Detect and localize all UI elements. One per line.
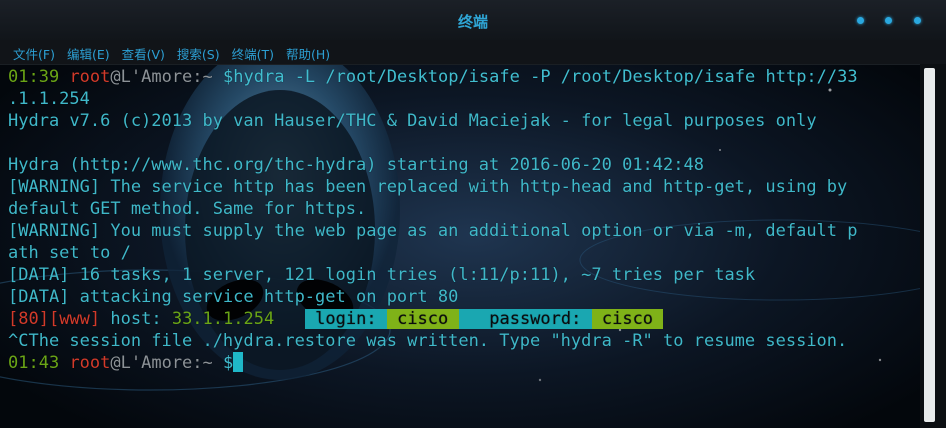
prompt-host: L'Amore — [120, 353, 193, 373]
prompt-time: 01:43 — [8, 353, 60, 373]
menu-help[interactable]: 帮助(H) — [286, 44, 330, 63]
output-line: [DATA] attacking service http-get on por… — [8, 287, 459, 307]
command-text: hydra -L /root/Desktop/isafe -P /root/De… — [233, 67, 858, 87]
prompt-dir: :~ — [192, 67, 213, 87]
login-value: cisco — [397, 309, 449, 329]
result-service: [www] — [48, 309, 101, 329]
prompt-dir: :~ — [192, 353, 213, 373]
prompt-symbol: $ — [223, 353, 234, 373]
prompt-user: root — [69, 67, 111, 87]
prompt-symbol: $ — [223, 67, 234, 87]
close-button[interactable] — [914, 17, 921, 24]
menu-bar: 文件(F) 编辑(E) 查看(V) 搜索(S) 终端(T) 帮助(H) — [0, 40, 946, 65]
output-line: default GET method. Same for https. — [8, 199, 367, 219]
prompt-at: @ — [110, 67, 121, 87]
output-line: [WARNING] You must supply the web page a… — [8, 221, 858, 241]
maximize-button[interactable] — [885, 17, 892, 24]
prompt-line: 01:39 root@L'Amore:~ $hydra -L /root/Des… — [8, 66, 858, 88]
title-bar[interactable]: 终端 — [0, 0, 946, 40]
menu-terminal[interactable]: 终端(T) — [232, 44, 274, 63]
menu-file[interactable]: 文件(F) — [13, 44, 55, 63]
window-title: 终端 — [457, 13, 488, 31]
terminal-window: 终端 文件(F) 编辑(E) 查看(V) 搜索(S) 终端(T) 帮助(H) 01:39 … — [0, 0, 946, 428]
output-line: [DATA] 16 tasks, 1 server, 121 login tri… — [8, 265, 756, 285]
result-port: [80] — [8, 309, 49, 329]
result-line: [80][www] host: 33.1.1.254 login: cisco … — [8, 308, 664, 330]
scrollbar-thumb[interactable] — [924, 68, 935, 422]
prompt-host: L'Amore — [120, 67, 193, 87]
menu-view[interactable]: 查看(V) — [122, 44, 165, 63]
text-cursor — [233, 352, 244, 372]
login-label: login: — [315, 309, 377, 329]
password-label: password: — [489, 309, 582, 329]
prompt-time: 01:39 — [8, 67, 60, 87]
password-value: cisco — [601, 309, 654, 329]
output-line: Hydra v7.6 (c)2013 by van Hauser/THC & D… — [8, 111, 817, 131]
output-line: Hydra (http://www.thc.org/thc-hydra) sta… — [8, 155, 704, 175]
command-continuation: .1.1.254 — [8, 89, 90, 109]
terminal-output[interactable]: 01:39 root@L'Amore:~ $hydra -L /root/Des… — [0, 64, 920, 428]
menu-edit[interactable]: 编辑(E) — [67, 44, 110, 63]
minimize-button[interactable] — [857, 17, 864, 24]
restore-line: ^CThe session file ./hydra.restore was w… — [8, 331, 848, 351]
scrollbar[interactable] — [920, 64, 946, 428]
output-line: [WARNING] The service http has been repl… — [8, 177, 848, 197]
output-line: ath set to / — [8, 243, 131, 263]
menu-search[interactable]: 搜索(S) — [177, 44, 220, 63]
result-host: 33.1.1.254 — [171, 309, 275, 329]
prompt-line-2: 01:43 root@L'Amore:~ $ — [8, 352, 244, 374]
result-host-label: host: — [110, 309, 162, 329]
prompt-user: root — [69, 353, 111, 373]
